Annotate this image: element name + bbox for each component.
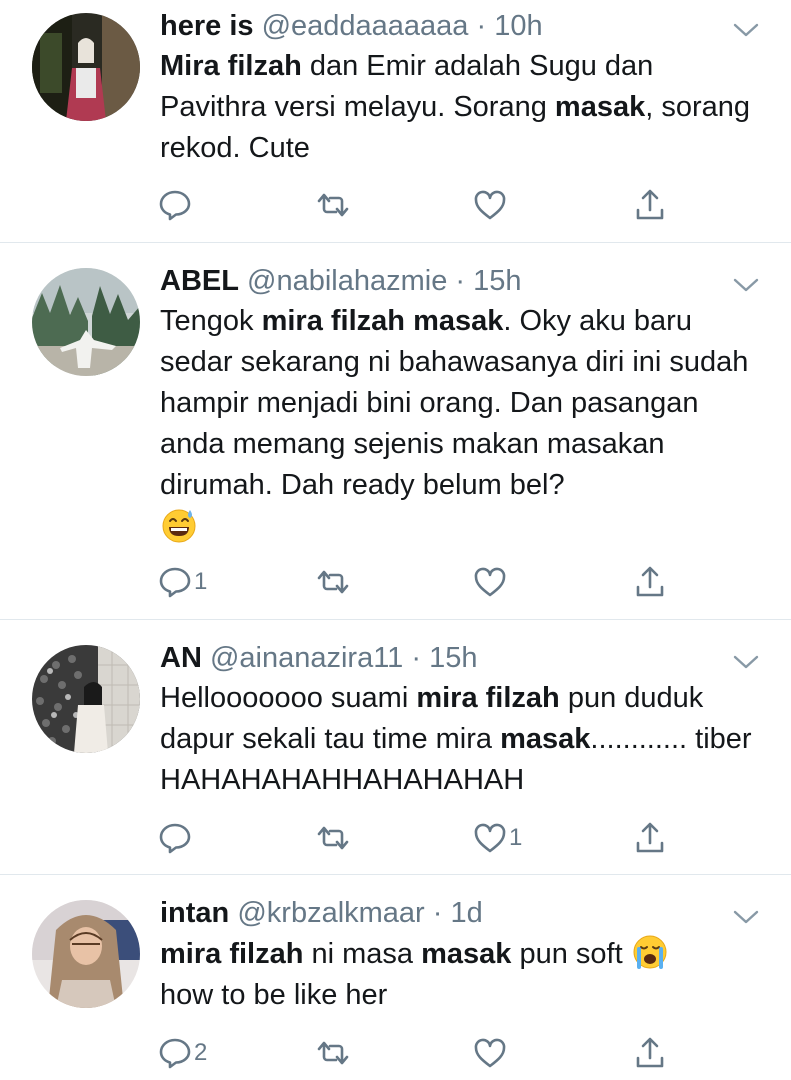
text-plain: Hellooooooo suami xyxy=(160,682,417,714)
separator: · xyxy=(455,265,466,297)
avatar[interactable] xyxy=(32,645,140,753)
share-icon xyxy=(636,189,664,220)
grinning-sweat-emoji-icon xyxy=(162,509,196,543)
tweet-text: mira filzah ni masa masak pun soft how t… xyxy=(160,933,761,1016)
text-bold: masak xyxy=(421,938,512,970)
avatar[interactable] xyxy=(32,13,140,121)
display-name[interactable]: intan xyxy=(160,897,229,929)
retweet-icon xyxy=(317,570,349,594)
heart-icon xyxy=(474,567,506,597)
share-icon xyxy=(636,822,664,853)
text-plain: ni masa xyxy=(303,938,422,970)
share-icon xyxy=(636,566,664,597)
heart-icon xyxy=(474,1038,506,1068)
reply-icon xyxy=(159,190,191,221)
retweet-icon xyxy=(317,1041,349,1065)
reply-button[interactable] xyxy=(158,185,194,225)
timestamp[interactable]: 1d xyxy=(451,897,483,929)
text-bold: masak xyxy=(554,91,646,123)
like-count: 1 xyxy=(509,824,523,851)
tweet[interactable]: here is @eaddaaaaaaa · 10h Mira filzah d… xyxy=(0,0,791,243)
text-bold: mira filzah xyxy=(416,682,560,714)
display-name[interactable]: ABEL xyxy=(160,265,239,297)
share-button[interactable] xyxy=(633,185,667,225)
reply-count: 1 xyxy=(194,568,208,595)
share-button[interactable] xyxy=(633,1033,667,1073)
like-button[interactable] xyxy=(473,1033,509,1073)
avatar[interactable] xyxy=(32,268,140,376)
retweet-button[interactable] xyxy=(316,818,352,858)
chevron-down-icon[interactable] xyxy=(733,277,759,293)
tweet-actions: 2 xyxy=(158,1033,678,1073)
chevron-down-icon[interactable] xyxy=(733,22,759,38)
tweet-header: here is @eaddaaaaaaa · 10h xyxy=(160,8,761,44)
tweet[interactable]: intan @krbzalkmaar · 1d mira filzah ni m… xyxy=(0,875,791,1080)
tweet-header: ABEL @nabilahazmie · 15h xyxy=(160,263,761,299)
like-button[interactable] xyxy=(473,562,509,602)
tweet[interactable]: AN @ainanazira11 · 15h Hellooooooo suami… xyxy=(0,620,791,875)
reply-button[interactable]: 1 xyxy=(158,562,207,602)
tweet-actions xyxy=(158,185,678,225)
like-button[interactable]: 1 xyxy=(473,818,522,858)
reply-icon xyxy=(159,1038,191,1069)
tweet-text: Hellooooooo suami mira filzah pun duduk … xyxy=(160,678,761,801)
tweet-feed: here is @eaddaaaaaaa · 10h Mira filzah d… xyxy=(0,0,791,1080)
heart-icon xyxy=(474,190,506,220)
reply-icon xyxy=(159,823,191,854)
text-plain: Tengok xyxy=(160,305,262,337)
retweet-button[interactable] xyxy=(316,185,352,225)
text-plain: how to be like her xyxy=(160,979,388,1011)
retweet-icon xyxy=(317,826,349,850)
chevron-down-icon[interactable] xyxy=(733,654,759,670)
text-bold: mira filzah masak xyxy=(261,305,504,337)
separator: · xyxy=(432,897,443,929)
share-button[interactable] xyxy=(633,562,667,602)
crying-face-emoji-icon xyxy=(633,935,667,969)
tweet-header: AN @ainanazira11 · 15h xyxy=(160,640,761,676)
text-bold: Mira filzah xyxy=(160,50,302,82)
tweet-actions: 1 xyxy=(158,562,678,602)
user-handle[interactable]: @krbzalkmaar xyxy=(237,897,424,929)
text-bold: mira filzah xyxy=(160,938,304,970)
like-button[interactable] xyxy=(473,185,509,225)
reply-button[interactable] xyxy=(158,818,194,858)
share-icon xyxy=(636,1037,664,1068)
display-name[interactable]: here is xyxy=(160,10,254,42)
separator: · xyxy=(476,10,487,42)
tweet-text: Mira filzah dan Emir adalah Sugu dan Pav… xyxy=(160,46,761,169)
text-plain: pun soft xyxy=(511,938,631,970)
timestamp[interactable]: 10h xyxy=(494,10,542,42)
tweet-text: Tengok mira filzah masak. Oky aku baru s… xyxy=(160,301,761,548)
chevron-down-icon[interactable] xyxy=(733,909,759,925)
tweet-actions: 1 xyxy=(158,818,678,858)
avatar[interactable] xyxy=(32,900,140,1008)
separator: · xyxy=(411,642,422,674)
reply-count: 2 xyxy=(194,1039,208,1066)
tweet[interactable]: ABEL @nabilahazmie · 15h Tengok mira fil… xyxy=(0,243,791,620)
timestamp[interactable]: 15h xyxy=(429,642,477,674)
reply-button[interactable]: 2 xyxy=(158,1033,207,1073)
tweet-header: intan @krbzalkmaar · 1d xyxy=(160,895,761,931)
share-button[interactable] xyxy=(633,818,667,858)
text-bold: masak xyxy=(500,723,591,755)
reply-icon xyxy=(159,567,191,598)
retweet-button[interactable] xyxy=(316,562,352,602)
user-handle[interactable]: @nabilahazmie xyxy=(247,265,447,297)
retweet-icon xyxy=(317,193,349,217)
display-name[interactable]: AN xyxy=(160,642,202,674)
timestamp[interactable]: 15h xyxy=(473,265,521,297)
user-handle[interactable]: @ainanazira11 xyxy=(210,642,403,674)
retweet-button[interactable] xyxy=(316,1033,352,1073)
user-handle[interactable]: @eaddaaaaaaa xyxy=(262,10,469,42)
heart-icon xyxy=(474,823,506,853)
